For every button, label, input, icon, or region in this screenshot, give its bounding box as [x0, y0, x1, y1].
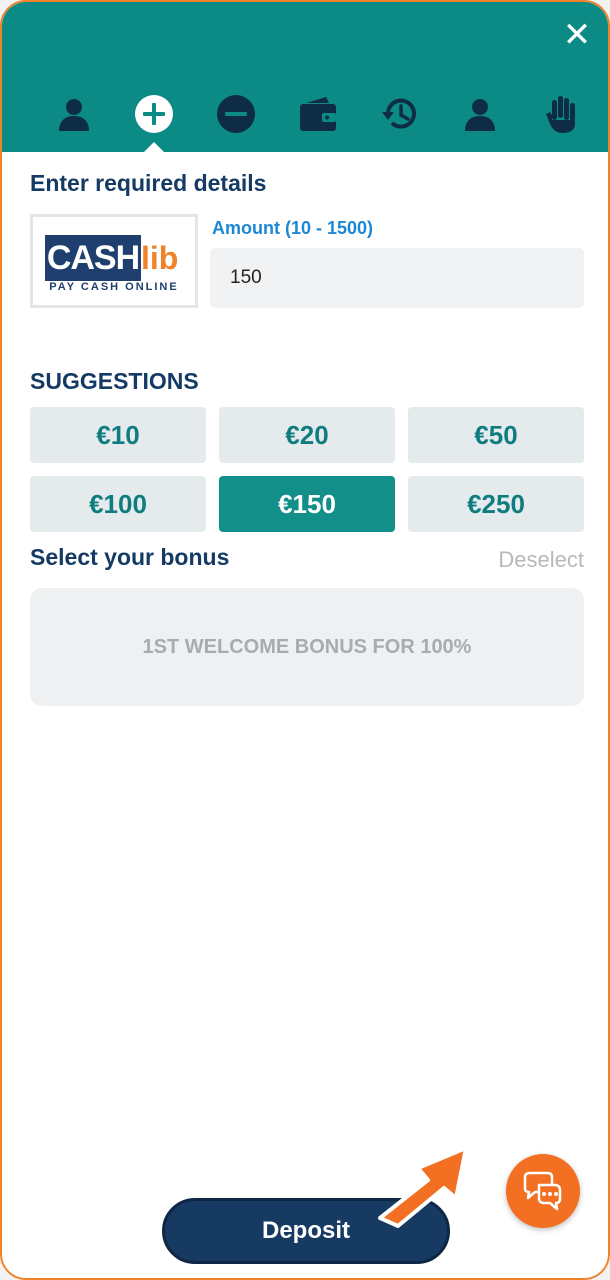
suggestion-chip-selected[interactable]: €150 — [219, 476, 395, 532]
payment-method-logo: CASH lib PAY CASH ONLINE — [30, 214, 198, 308]
logo-tagline: PAY CASH ONLINE — [49, 281, 179, 293]
hand-stop-icon[interactable] — [542, 94, 582, 134]
amount-label: Amount (10 - 1500) — [212, 218, 374, 238]
active-tab-pointer — [144, 142, 164, 152]
deposit-plus-icon[interactable] — [134, 94, 174, 134]
account-nav — [2, 90, 608, 152]
bonus-title: Select your bonus — [30, 544, 230, 570]
profile-icon[interactable] — [54, 94, 94, 134]
logo-accent-text: lib — [141, 240, 179, 276]
form-title: Enter required details — [30, 170, 267, 196]
wallet-icon[interactable] — [298, 94, 338, 134]
logo-main-text: CASH — [45, 235, 141, 281]
amount-input[interactable] — [210, 248, 584, 308]
suggestion-chip[interactable]: €50 — [408, 407, 584, 463]
suggestion-chip[interactable]: €10 — [30, 407, 206, 463]
pointer-arrow-icon — [378, 1146, 468, 1228]
account-icon[interactable] — [460, 94, 500, 134]
chat-bubbles-icon[interactable] — [506, 1154, 580, 1228]
deselect-link[interactable]: Deselect — [498, 547, 584, 573]
deposit-panel: ✕ Enter required details CASH lib PAY CA… — [0, 0, 610, 1280]
history-icon[interactable] — [380, 94, 420, 134]
bonus-option-card[interactable]: 1ST WELCOME BONUS FOR 100% — [30, 588, 584, 706]
suggestion-chip[interactable]: €250 — [408, 476, 584, 532]
withdraw-minus-icon[interactable] — [216, 94, 256, 134]
suggestions-title: SUGGESTIONS — [30, 368, 199, 394]
header-bar: ✕ — [2, 2, 608, 152]
suggestion-chip[interactable]: €100 — [30, 476, 206, 532]
close-button[interactable]: ✕ — [562, 18, 592, 52]
suggestion-chip[interactable]: €20 — [219, 407, 395, 463]
